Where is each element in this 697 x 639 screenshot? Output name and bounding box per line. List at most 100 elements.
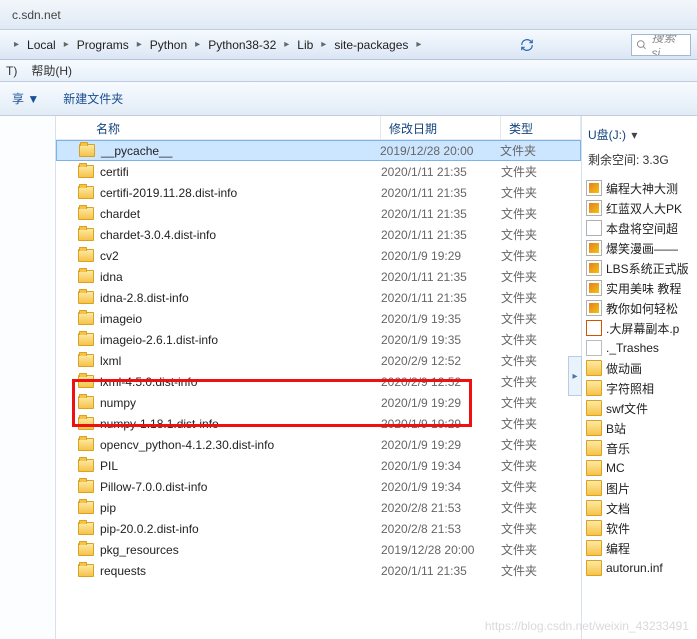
table-row[interactable]: opencv_python-4.1.2.30.dist-info2020/1/9… [56,434,581,455]
fld-icon [586,540,602,556]
address-bar: ▸Local▸Programs▸Python▸Python38-32▸Lib▸s… [0,30,697,60]
img-icon [586,240,602,256]
table-row[interactable]: __pycache__2019/12/28 20:00文件夹 [56,140,581,161]
file-name: idna-2.8.dist-info [100,291,189,305]
side-item[interactable]: 软件 [586,518,693,538]
file-name: Pillow-7.0.0.dist-info [100,480,207,494]
file-name: chardet-3.0.4.dist-info [100,228,216,242]
table-row[interactable]: idna2020/1/11 21:35文件夹 [56,266,581,287]
refresh-icon[interactable] [517,35,537,55]
file-date: 2019/12/28 20:00 [381,543,501,557]
table-row[interactable]: pkg_resources2019/12/28 20:00文件夹 [56,539,581,560]
side-item[interactable]: 编程大神大测 [586,178,693,198]
table-row[interactable]: imageio2020/1/9 19:35文件夹 [56,308,581,329]
breadcrumb[interactable]: ▸Local▸Programs▸Python▸Python38-32▸Lib▸s… [6,38,429,52]
file-name: cv2 [100,249,119,263]
col-date[interactable]: 修改日期 [381,116,501,139]
side-item-label: 软件 [606,520,630,537]
side-item-label: 文档 [606,500,630,517]
file-name: certifi [100,165,129,179]
side-item-label: .大屏幕副本.p [606,320,679,337]
col-type[interactable]: 类型 [501,116,581,139]
file-name: chardet [100,207,140,221]
side-item[interactable]: LBS系统正式版 [586,258,693,278]
side-item[interactable]: B站 [586,418,693,438]
menu-help[interactable]: 帮助(H) [31,62,72,79]
side-item[interactable]: 编程 [586,538,693,558]
side-item[interactable]: 音乐 [586,438,693,458]
file-name: pip-20.0.2.dist-info [100,522,199,536]
table-row[interactable]: imageio-2.6.1.dist-info2020/1/9 19:35文件夹 [56,329,581,350]
left-nav-gutter [0,116,56,639]
side-item[interactable]: 爆笑漫画—— [586,238,693,258]
table-row[interactable]: pip2020/2/8 21:53文件夹 [56,497,581,518]
side-item[interactable]: .大屏幕副本.p [586,318,693,338]
menu-t[interactable]: T) [6,64,17,78]
side-item[interactable]: ._Trashes [586,338,693,358]
file-date: 2020/1/9 19:35 [381,333,501,347]
table-row[interactable]: chardet2020/1/11 21:35文件夹 [56,203,581,224]
share-button[interactable]: 享 ▼ [12,90,39,107]
file-icon [586,340,602,356]
table-row[interactable]: certifi-2019.11.28.dist-info2020/1/11 21… [56,182,581,203]
side-item-label: 本盘将空间超 [606,220,678,237]
folder-icon [78,417,94,430]
table-row[interactable]: numpy-1.18.1.dist-info2020/1/9 19:29文件夹 [56,413,581,434]
side-item[interactable]: MC [586,458,693,478]
column-headers[interactable]: 名称 修改日期 类型 [56,116,581,140]
breadcrumb-segment[interactable]: Programs [77,38,129,52]
file-type: 文件夹 [501,415,581,432]
side-item[interactable]: autorun.inf [586,558,693,578]
table-row[interactable]: chardet-3.0.4.dist-info2020/1/11 21:35文件… [56,224,581,245]
table-row[interactable]: pip-20.0.2.dist-info2020/2/8 21:53文件夹 [56,518,581,539]
breadcrumb-segment[interactable]: site-packages [334,38,408,52]
breadcrumb-segment[interactable]: Local [27,38,56,52]
file-date: 2020/2/8 21:53 [381,522,501,536]
file-name: numpy-1.18.1.dist-info [100,417,219,431]
breadcrumb-segment[interactable]: Python [150,38,187,52]
file-type: 文件夹 [501,310,581,327]
fld-icon [586,440,602,456]
table-row[interactable]: certifi2020/1/11 21:35文件夹 [56,161,581,182]
file-date: 2020/1/9 19:34 [381,459,501,473]
side-item[interactable]: 做动画 [586,358,693,378]
fld-icon [586,360,602,376]
file-name: requests [100,564,146,578]
folder-icon [78,501,94,514]
expand-side-icon[interactable]: ▸ [568,356,582,396]
side-item-label: ._Trashes [606,341,659,355]
side-item-label: 图片 [606,480,630,497]
file-list-pane: 名称 修改日期 类型 __pycache__2019/12/28 20:00文件… [56,116,582,639]
side-item[interactable]: 文档 [586,498,693,518]
new-folder-button[interactable]: 新建文件夹 [63,90,123,107]
table-row[interactable]: cv22020/1/9 19:29文件夹 [56,245,581,266]
side-item[interactable]: 红蓝双人大PK [586,198,693,218]
side-item[interactable]: 本盘将空间超 [586,218,693,238]
side-item[interactable]: swf文件 [586,398,693,418]
table-row[interactable]: Pillow-7.0.0.dist-info2020/1/9 19:34文件夹 [56,476,581,497]
table-row[interactable]: idna-2.8.dist-info2020/1/11 21:35文件夹 [56,287,581,308]
table-row[interactable]: PIL2020/1/9 19:34文件夹 [56,455,581,476]
side-item[interactable]: 图片 [586,478,693,498]
file-list[interactable]: __pycache__2019/12/28 20:00文件夹certifi202… [56,140,581,639]
side-item[interactable]: 实用美味 教程 [586,278,693,298]
file-type: 文件夹 [501,268,581,285]
search-input[interactable]: 搜索 si [631,34,691,56]
breadcrumb-segment[interactable]: Lib [297,38,313,52]
table-row[interactable]: lxml-4.5.0.dist-info2020/2/9 12:52文件夹 [56,371,581,392]
breadcrumb-segment[interactable]: Python38-32 [208,38,276,52]
side-item-label: 编程大神大测 [606,180,678,197]
img-icon [586,200,602,216]
side-freespace: 剩余空间: 3.3G [588,151,691,168]
side-item[interactable]: 教你如何轻松 [586,298,693,318]
side-item-label: 编程 [606,540,630,557]
file-type: 文件夹 [500,142,580,159]
table-row[interactable]: lxml2020/2/9 12:52文件夹 [56,350,581,371]
table-row[interactable]: numpy2020/1/9 19:29文件夹 [56,392,581,413]
table-row[interactable]: requests2020/1/11 21:35文件夹 [56,560,581,581]
col-name[interactable]: 名称 [56,116,381,139]
browser-tab[interactable]: c.sdn.net [0,4,73,26]
folder-icon [78,480,94,493]
chevron-down-icon[interactable]: ▾ [631,128,637,142]
side-item[interactable]: 字符照相 [586,378,693,398]
